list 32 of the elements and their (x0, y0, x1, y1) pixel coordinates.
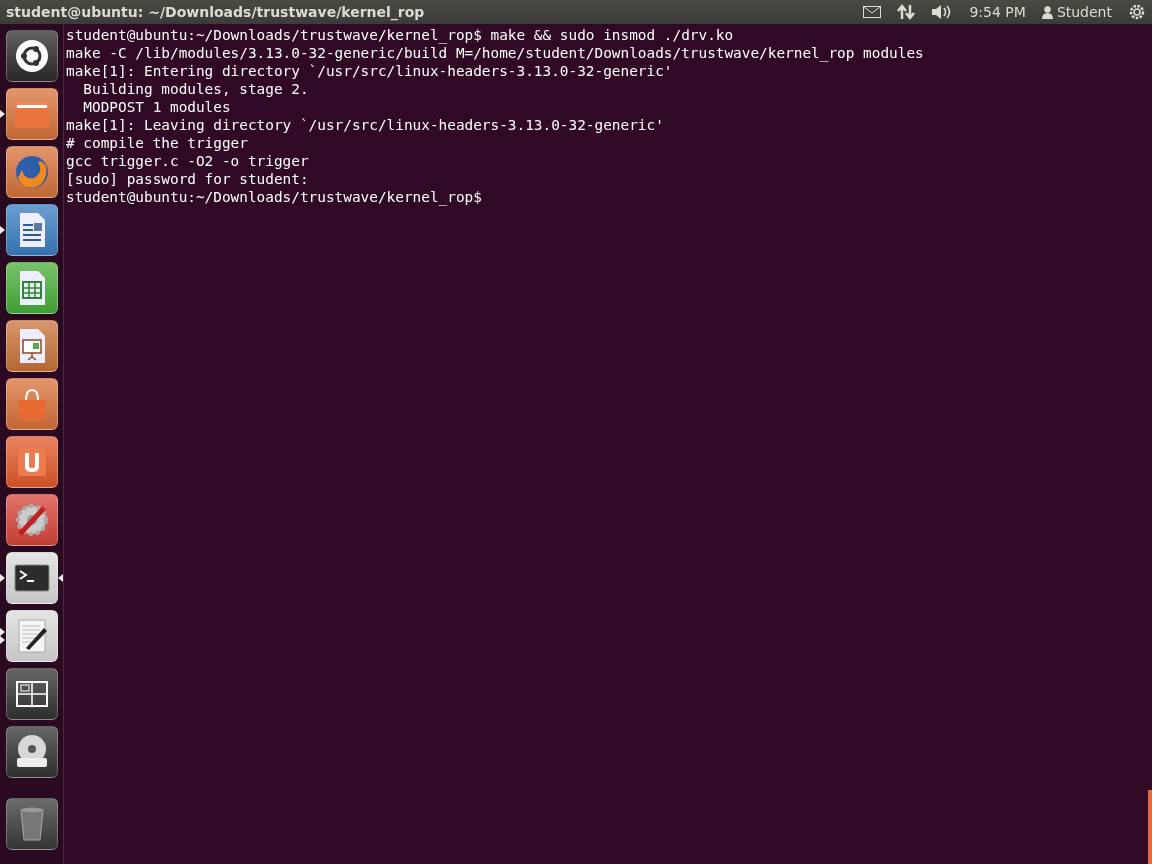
mail-icon[interactable] (863, 6, 882, 18)
scrollbar-thumb[interactable] (1148, 790, 1152, 864)
launcher-button[interactable] (5, 436, 58, 488)
launcher-button[interactable] (5, 378, 58, 430)
terminal-line: student@ubuntu:~/Downloads/trustwave/kernel_rop$ (66, 188, 482, 206)
launcher-button[interactable] (5, 798, 58, 850)
window-title: student@ubuntu: ~/Downloads/trustwave/kernel_rop (5, 2, 425, 23)
launcher-button[interactable] (5, 262, 58, 314)
person-icon (1041, 5, 1053, 19)
terminal-line: make -C /lib/modules/3.13.0-32-generic/build M=/home/student/Downloads/trustwave/kernel_rop modules (66, 44, 924, 62)
launcher-button[interactable] (5, 668, 58, 720)
launcher-button[interactable] (5, 610, 58, 662)
launcher-button[interactable] (5, 30, 58, 82)
launcher-button[interactable] (5, 88, 58, 140)
terminal-line: make[1]: Entering directory `/usr/src/linux-headers-3.13.0-32-generic' (66, 62, 673, 80)
launcher-button[interactable] (5, 552, 58, 604)
user-menu[interactable]: Student (1041, 1, 1112, 23)
terminal-line: Building modules, stage 2. (82, 80, 309, 98)
network-icon[interactable] (897, 4, 916, 20)
clock[interactable]: 9:54 PM (969, 1, 1026, 23)
launcher-button[interactable] (5, 494, 58, 546)
terminal-line: student@ubuntu:~/Downloads/trustwave/kernel_rop$ make && sudo insmod ./drv.ko (66, 26, 734, 44)
launcher-button[interactable] (5, 726, 58, 778)
launcher-button[interactable] (5, 204, 58, 256)
terminal-line: gcc trigger.c -O2 -o trigger (66, 152, 309, 170)
power-gear-icon[interactable] (1128, 3, 1146, 21)
terminal-line: MODPOST 1 modules (82, 98, 231, 116)
terminal-line: [sudo] password for student: (66, 170, 309, 188)
launcher-button[interactable] (5, 146, 58, 198)
launcher-button[interactable] (5, 320, 58, 372)
terminal-line: make[1]: Leaving directory `/usr/src/linux-headers-3.13.0-32-generic' (66, 116, 664, 134)
terminal-line: # compile the trigger (66, 134, 248, 152)
